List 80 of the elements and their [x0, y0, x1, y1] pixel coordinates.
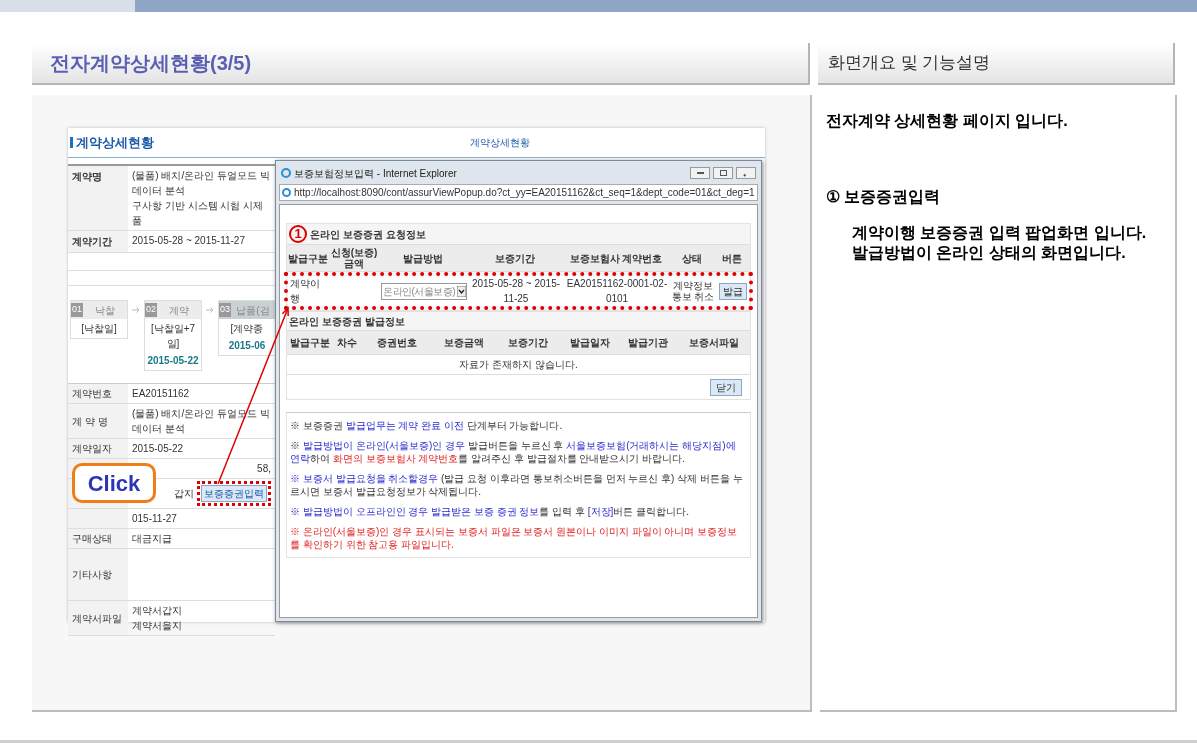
table-cell-text: 015-11-27 [132, 512, 177, 526]
column-header: 보증금액 [443, 336, 485, 350]
note-text: ※ 발급방법이 오프라인인 경우 발급받은 보증 증권 정보를 입력 후 [저장]버튼 클릭합니다. [290, 505, 690, 518]
step-date-label: [계약종 [229, 322, 265, 336]
browser-icon [282, 188, 291, 197]
table-header-cell: 계약기간 [68, 231, 128, 252]
step-marker: ① [826, 187, 840, 207]
note-text: ※ 보증증권 발급업무는 계약 완료 이전 단계부터 가능합니다. [290, 419, 564, 432]
column-header: 신청(보증)금액 [329, 246, 379, 271]
file-link[interactable]: 계약서갑지 [132, 603, 182, 618]
intro-text: 전자계약 상세현황 페이지 입니다. [826, 111, 1069, 131]
caret-icon [457, 285, 466, 297]
column-header: 발급일자 [569, 336, 611, 350]
maximize-icon[interactable] [713, 167, 733, 179]
column-header: 보증기간 [507, 336, 549, 350]
table-cell-text: 2015-05-22 [132, 442, 184, 456]
section-title: 화면개요 및 기능설명 [828, 52, 991, 75]
step-title: 납품(검 [235, 303, 271, 318]
step-title: 낙찰 [94, 303, 116, 318]
callout: Click [72, 463, 156, 503]
description-text: 발급방법이 온라인 상태의 화면입니다. [852, 243, 1127, 263]
table-cell-text: 2015-05-28 ~ 2015-11-25 [470, 277, 562, 306]
section-title: 온라인 보증증권 발급정보 [288, 314, 406, 329]
issue-button[interactable]: 발급 [719, 282, 747, 300]
step-date: 2015-06 [227, 339, 267, 353]
arrow-icon [206, 307, 214, 313]
note-text: ※ 발급방법이 온라인(서울보증)인 경우 발급버튼을 누르신 후 서울보증보험(거래하시는 해당지점)에 연락하여 화면의 보증보험사 계약번호를 알려주신 후 발급절차를 안내받으시기 바랍니다. [290, 439, 737, 465]
address-bar[interactable]: http://localhost:8090/cont/assurViewPopup.do?ct_yy=EA20151162&ct_seq=1&dept_code=01&ct_deg=1 [279, 184, 758, 201]
table-cell-text: (물품) 배치/온라인 듀얼모드 빅데이터 분석 구사항 기반 시스템 시험 시제품 [131, 169, 271, 228]
column-header: 발급구분 [287, 251, 329, 266]
table-cell-text: 대금지급 [132, 532, 172, 546]
table-cell-text: EA20151162 [132, 387, 190, 401]
slide-title: 전자계약상세현황(3/5) [50, 51, 252, 76]
close-button[interactable]: 닫기 [710, 378, 742, 396]
table-header-text: 구매상태 [72, 532, 112, 546]
column-header: 보증기간 [494, 251, 536, 266]
description-text: 계약이행 보증증권 입력 팝업화면 입니다. [852, 223, 1148, 243]
step-title: 계약 [168, 303, 190, 318]
table-cell-text: 갑지 [174, 487, 194, 501]
step-number: 02 [145, 303, 157, 317]
column-header: 발급방법 [402, 251, 444, 266]
step-date: 2015-05-22 [146, 354, 200, 368]
table-header-text: 계약번호 [72, 387, 112, 401]
column-header: 증권번호 [376, 336, 418, 350]
table-header-text: 계약서파일 [72, 611, 122, 626]
item-title: 보증증권입력 [844, 187, 940, 207]
empty-message: 자료가 존재하지 않습니다. [459, 358, 578, 372]
address-text: http://localhost:8090/cont/assurViewPopup.do?ct_yy=EA20151162&ct_seq=1&dept_code=01&ct_deg=1 [294, 186, 755, 200]
note-text: ※ 온라인(서울보증)인 경우 표시되는 보증서 파일은 보증서 원본이나 이미지 파일이 아니며 보증정보를 확인하기 위한 참고용 파일입니다. [290, 525, 739, 551]
table-header-text: 계약일자 [72, 442, 112, 456]
column-header: 버튼 [721, 251, 743, 266]
table-cell-text: 2015-05-28 ~ 2015-11-27 [131, 234, 246, 248]
column-header: 상태 [681, 251, 703, 266]
column-header: 보증보험사 계약번호 [568, 251, 664, 266]
heading-bar-icon [70, 137, 73, 148]
column-header: 차수 [336, 336, 358, 350]
breadcrumb: 계약상세현황 [470, 136, 530, 150]
column-header: 발급구분 [289, 336, 331, 350]
section-title: 온라인 보증증권 요청정보 [310, 227, 426, 242]
step-number: 01 [71, 303, 83, 317]
window-title: 보증보험정보입력 - Internet Explorer [294, 166, 458, 181]
step-number: 03 [219, 303, 231, 317]
column-header: 보증서파일 [687, 336, 740, 350]
step-date-label: [낙찰일+7일] [149, 322, 197, 351]
status-text: 계약정보통보 취소 [670, 280, 716, 302]
table-header-text: 계 약 명 [72, 414, 108, 429]
note-text: ※ 보증서 발급요청을 취소할경우 (발급 요청 이후라면 통보취소버튼을 먼저 누르신 후) 삭제 버튼을 누르시면 보증서 발급요청정보가 삭제됩니다. [290, 472, 744, 498]
page-heading: 계약상세현황 [76, 133, 154, 152]
file-link[interactable]: 계약서을지 [132, 618, 182, 633]
guarantee-input-button[interactable]: 보증증권입력 [201, 485, 267, 502]
column-header: 발급기관 [627, 336, 669, 350]
table-cell-text: 계약이행 [289, 277, 321, 306]
method-select[interactable]: 온라인(서울보증) [381, 282, 467, 300]
table-cell-text: EA20151162-0001-02-0101 [565, 277, 669, 306]
table-header-cell: 계약명 [68, 166, 128, 230]
arrow-icon [132, 307, 140, 313]
table-header-text: 기타사항 [72, 568, 112, 582]
minimize-icon[interactable] [690, 167, 710, 179]
step-date-label: [낙찰일] [80, 322, 118, 336]
table-cell-text: 58, [257, 462, 271, 476]
